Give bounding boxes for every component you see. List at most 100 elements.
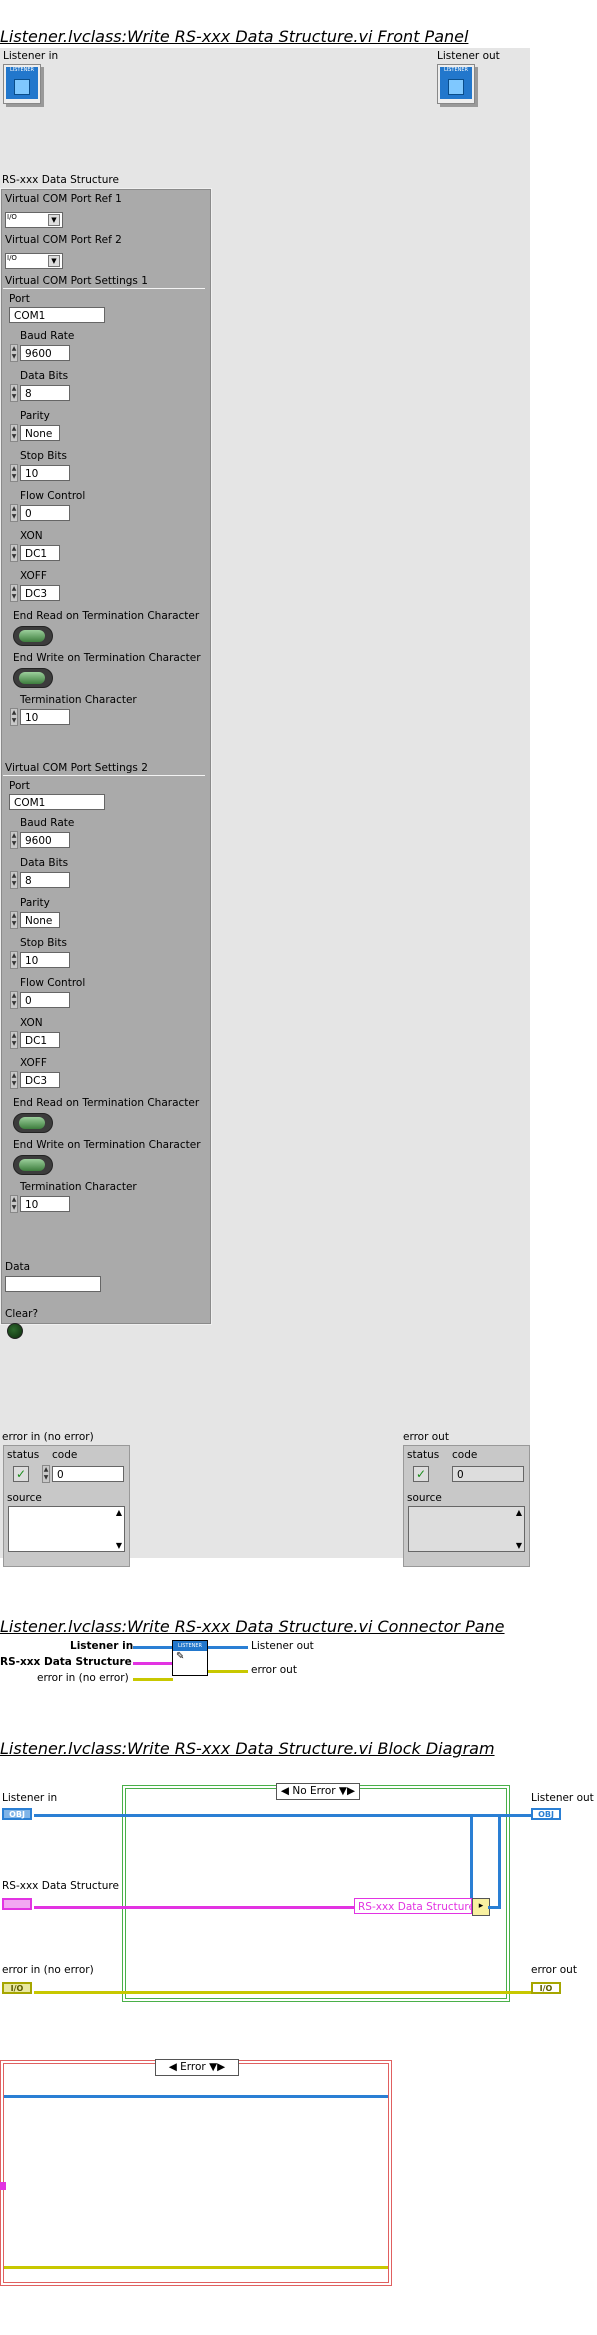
xoff-stepper[interactable]: ▲ ▼: [10, 584, 18, 602]
flow-label: Flow Control: [20, 490, 86, 502]
visa-icon: I/O: [7, 213, 17, 221]
xon-label: XON: [20, 530, 43, 542]
xoff-label: XOFF: [20, 1057, 47, 1069]
xoff-field[interactable]: DC3: [20, 1072, 60, 1088]
xoff-field[interactable]: DC3: [20, 585, 60, 601]
bd-listener-out-label: Listener out: [531, 1792, 594, 1804]
code-label: code: [452, 1449, 478, 1461]
wire-listener: [34, 1814, 509, 1817]
xon-field[interactable]: DC1: [20, 545, 60, 561]
term-char-field[interactable]: 10: [20, 1196, 70, 1212]
term-char-label: Termination Character: [20, 1181, 137, 1193]
scroll-up-icon[interactable]: ▲: [116, 1508, 122, 1517]
status-label: status: [7, 1449, 40, 1461]
source-field[interactable]: ▲ ▼: [8, 1506, 125, 1552]
flow-stepper[interactable]: ▲ ▼: [10, 991, 18, 1009]
end-write-toggle[interactable]: [13, 668, 53, 688]
cp-out1-label: Listener out: [251, 1640, 314, 1652]
baud-stepper[interactable]: ▲ ▼: [10, 831, 18, 849]
error-out-label: error out: [403, 1431, 449, 1443]
parity-stepper[interactable]: ▲ ▼: [10, 424, 18, 442]
port-field[interactable]: COM1: [9, 794, 105, 810]
bd-listener-in-label: Listener in: [2, 1792, 58, 1804]
bd-error-in-terminal[interactable]: I/O: [2, 1982, 32, 1994]
scroll-up-icon[interactable]: ▲: [516, 1508, 522, 1517]
wire-listener-up: [498, 1814, 501, 1909]
bundle-by-name-node[interactable]: RS-xxx Data Structure: [354, 1898, 475, 1914]
xon-stepper[interactable]: ▲ ▼: [10, 544, 18, 562]
error-in-cluster: status code ✓ ▲ ▼ 0 source ▲ ▼: [3, 1445, 130, 1567]
baud-label: Baud Rate: [20, 817, 75, 829]
stopbits-field[interactable]: 10: [20, 952, 70, 968]
bd-listener-out-terminal[interactable]: OBJ: [531, 1808, 561, 1820]
case-selector-error[interactable]: ◀ Error ▼▶: [155, 2059, 239, 2076]
clear-led: [7, 1323, 23, 1339]
stopbits-field[interactable]: 10: [20, 465, 70, 481]
code-stepper[interactable]: ▲ ▼: [42, 1465, 50, 1483]
bd-error-in-label: error in (no error): [2, 1964, 94, 1976]
cp-wire-listener-in: [133, 1646, 173, 1649]
cp-wire-rs-in: [133, 1662, 173, 1665]
baud-stepper[interactable]: ▲ ▼: [10, 344, 18, 362]
bd-listener-in-terminal[interactable]: OBJ: [2, 1808, 32, 1820]
cp-vi-icon: LISTENER ✎: [172, 1640, 208, 1676]
databits-stepper[interactable]: ▲ ▼: [10, 871, 18, 889]
parity-stepper[interactable]: ▲ ▼: [10, 911, 18, 929]
error-in-label: error in (no error): [2, 1431, 94, 1443]
port-field[interactable]: COM1: [9, 307, 105, 323]
cp-wire-listener-out: [208, 1646, 248, 1649]
settings2-cluster: Port COM1 Baud Rate ▲ ▼ 9600 Data Bits ▲ ▼…: [3, 775, 205, 1248]
end-read-label: End Read on Termination Character: [13, 1097, 200, 1109]
flow-stepper[interactable]: ▲ ▼: [10, 504, 18, 522]
stopbits-stepper[interactable]: ▲ ▼: [10, 951, 18, 969]
end-write-toggle[interactable]: [13, 1155, 53, 1175]
xon-stepper[interactable]: ▲ ▼: [10, 1031, 18, 1049]
case-structure-error[interactable]: [0, 2060, 392, 2286]
parity-field[interactable]: None: [20, 425, 60, 441]
term-char-stepper[interactable]: ▲ ▼: [10, 708, 18, 726]
listener-in-control[interactable]: LISTENER: [3, 64, 47, 110]
case-structure-no-error[interactable]: [122, 1785, 510, 2002]
stopbits-stepper[interactable]: ▲ ▼: [10, 464, 18, 482]
status-check-icon[interactable]: ✓: [13, 1466, 29, 1482]
term-char-field[interactable]: 10: [20, 709, 70, 725]
case-selector-no-error[interactable]: ◀ No Error ▼▶: [276, 1783, 360, 1800]
settings1-label: Virtual COM Port Settings 1: [5, 275, 148, 287]
end-read-toggle[interactable]: [13, 626, 53, 646]
term-char-stepper[interactable]: ▲ ▼: [10, 1195, 18, 1213]
xoff-stepper[interactable]: ▲ ▼: [10, 1071, 18, 1089]
source-label: source: [7, 1492, 42, 1504]
bd-error-out-terminal[interactable]: I/O: [531, 1982, 561, 1994]
code-field[interactable]: 0: [52, 1466, 124, 1482]
databits-field[interactable]: 8: [20, 385, 70, 401]
flow-field[interactable]: 0: [20, 505, 70, 521]
xon-label: XON: [20, 1017, 43, 1029]
baud-field[interactable]: 9600: [20, 345, 70, 361]
end-read-toggle[interactable]: [13, 1113, 53, 1133]
data-field[interactable]: [5, 1276, 101, 1292]
chevron-down-icon[interactable]: ▼: [48, 214, 60, 226]
parity-field[interactable]: None: [20, 912, 60, 928]
databits-field[interactable]: 8: [20, 872, 70, 888]
bd-rs-in-terminal[interactable]: [2, 1898, 32, 1910]
cp-in2-label: RS-xxx Data Structure: [0, 1656, 132, 1668]
xon-field[interactable]: DC1: [20, 1032, 60, 1048]
listener-out-indicator: LISTENER: [437, 64, 481, 110]
status-check-icon: ✓: [413, 1466, 429, 1482]
wire-error: [34, 1991, 531, 1994]
vcom-ref1-control[interactable]: I/O ▼: [5, 212, 63, 228]
vcom-ref2-control[interactable]: I/O ▼: [5, 253, 63, 269]
vcom-ref2-label: Virtual COM Port Ref 2: [5, 234, 122, 246]
wire-listener-error-case: [4, 2095, 388, 2098]
scroll-down-icon[interactable]: ▼: [116, 1541, 122, 1550]
databits-stepper[interactable]: ▲ ▼: [10, 384, 18, 402]
chevron-down-icon[interactable]: ▼: [48, 255, 60, 267]
flow-field[interactable]: 0: [20, 992, 70, 1008]
code-label: code: [52, 1449, 78, 1461]
baud-field[interactable]: 9600: [20, 832, 70, 848]
listener-out-label: Listener out: [437, 50, 500, 62]
scroll-down-icon[interactable]: ▼: [516, 1541, 522, 1550]
settings2-label: Virtual COM Port Settings 2: [5, 762, 148, 774]
code-indicator: 0: [452, 1466, 524, 1482]
settings1-cluster: Port COM1 Baud Rate ▲ ▼ 9600 Data Bits ▲ ▼…: [3, 288, 205, 761]
